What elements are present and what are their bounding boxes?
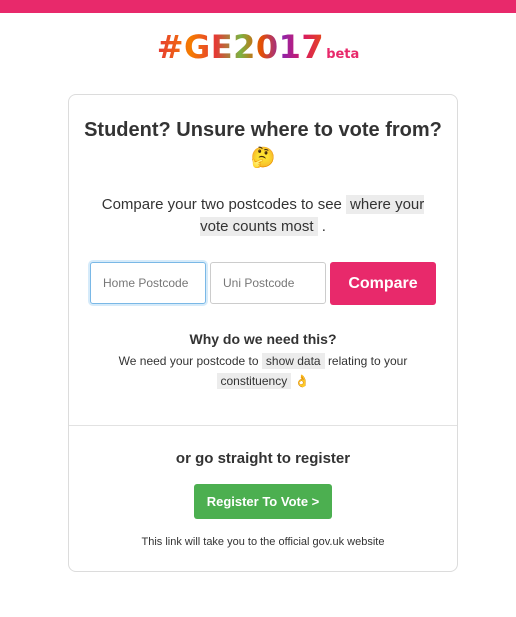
section-divider	[69, 425, 457, 426]
why-text-mid: relating to your	[327, 354, 408, 368]
postcode-card: Student? Unsure where to vote from? 🤔 Co…	[68, 94, 458, 572]
thinking-face-icon: 🤔	[250, 145, 276, 169]
compare-description: Compare your two postcodes to see where …	[89, 194, 437, 238]
beta-badge: beta	[326, 47, 360, 62]
why-heading: Why do we need this?	[189, 331, 337, 347]
site-logo[interactable]: #GE2017 beta	[0, 28, 516, 66]
card-title-text: Student? Unsure where to vote from?	[84, 119, 442, 141]
register-heading: or go straight to register	[175, 450, 351, 467]
ok-hand-icon: 👌	[294, 374, 310, 388]
desc-text: Compare your two postcodes to see	[101, 196, 342, 213]
why-explanation: We need your postcode to show data relat…	[99, 351, 427, 391]
desc-period: .	[321, 218, 326, 235]
compare-button[interactable]: Compare	[330, 262, 436, 305]
logo-text: #GE2017	[156, 28, 325, 66]
postcode-form: Compare	[90, 262, 438, 306]
card-title: Student? Unsure where to vote from? 🤔	[69, 117, 457, 172]
register-to-vote-button[interactable]: Register To Vote >	[194, 484, 332, 519]
why-highlight-constituency: constituency	[216, 373, 292, 389]
uni-postcode-input[interactable]	[210, 262, 326, 304]
why-highlight-show-data: show data	[261, 353, 325, 369]
top-accent-bar	[0, 0, 516, 13]
gov-uk-note: This link will take you to the official …	[141, 536, 385, 548]
home-postcode-input[interactable]	[90, 262, 206, 304]
why-text-start: We need your postcode to	[118, 354, 259, 368]
